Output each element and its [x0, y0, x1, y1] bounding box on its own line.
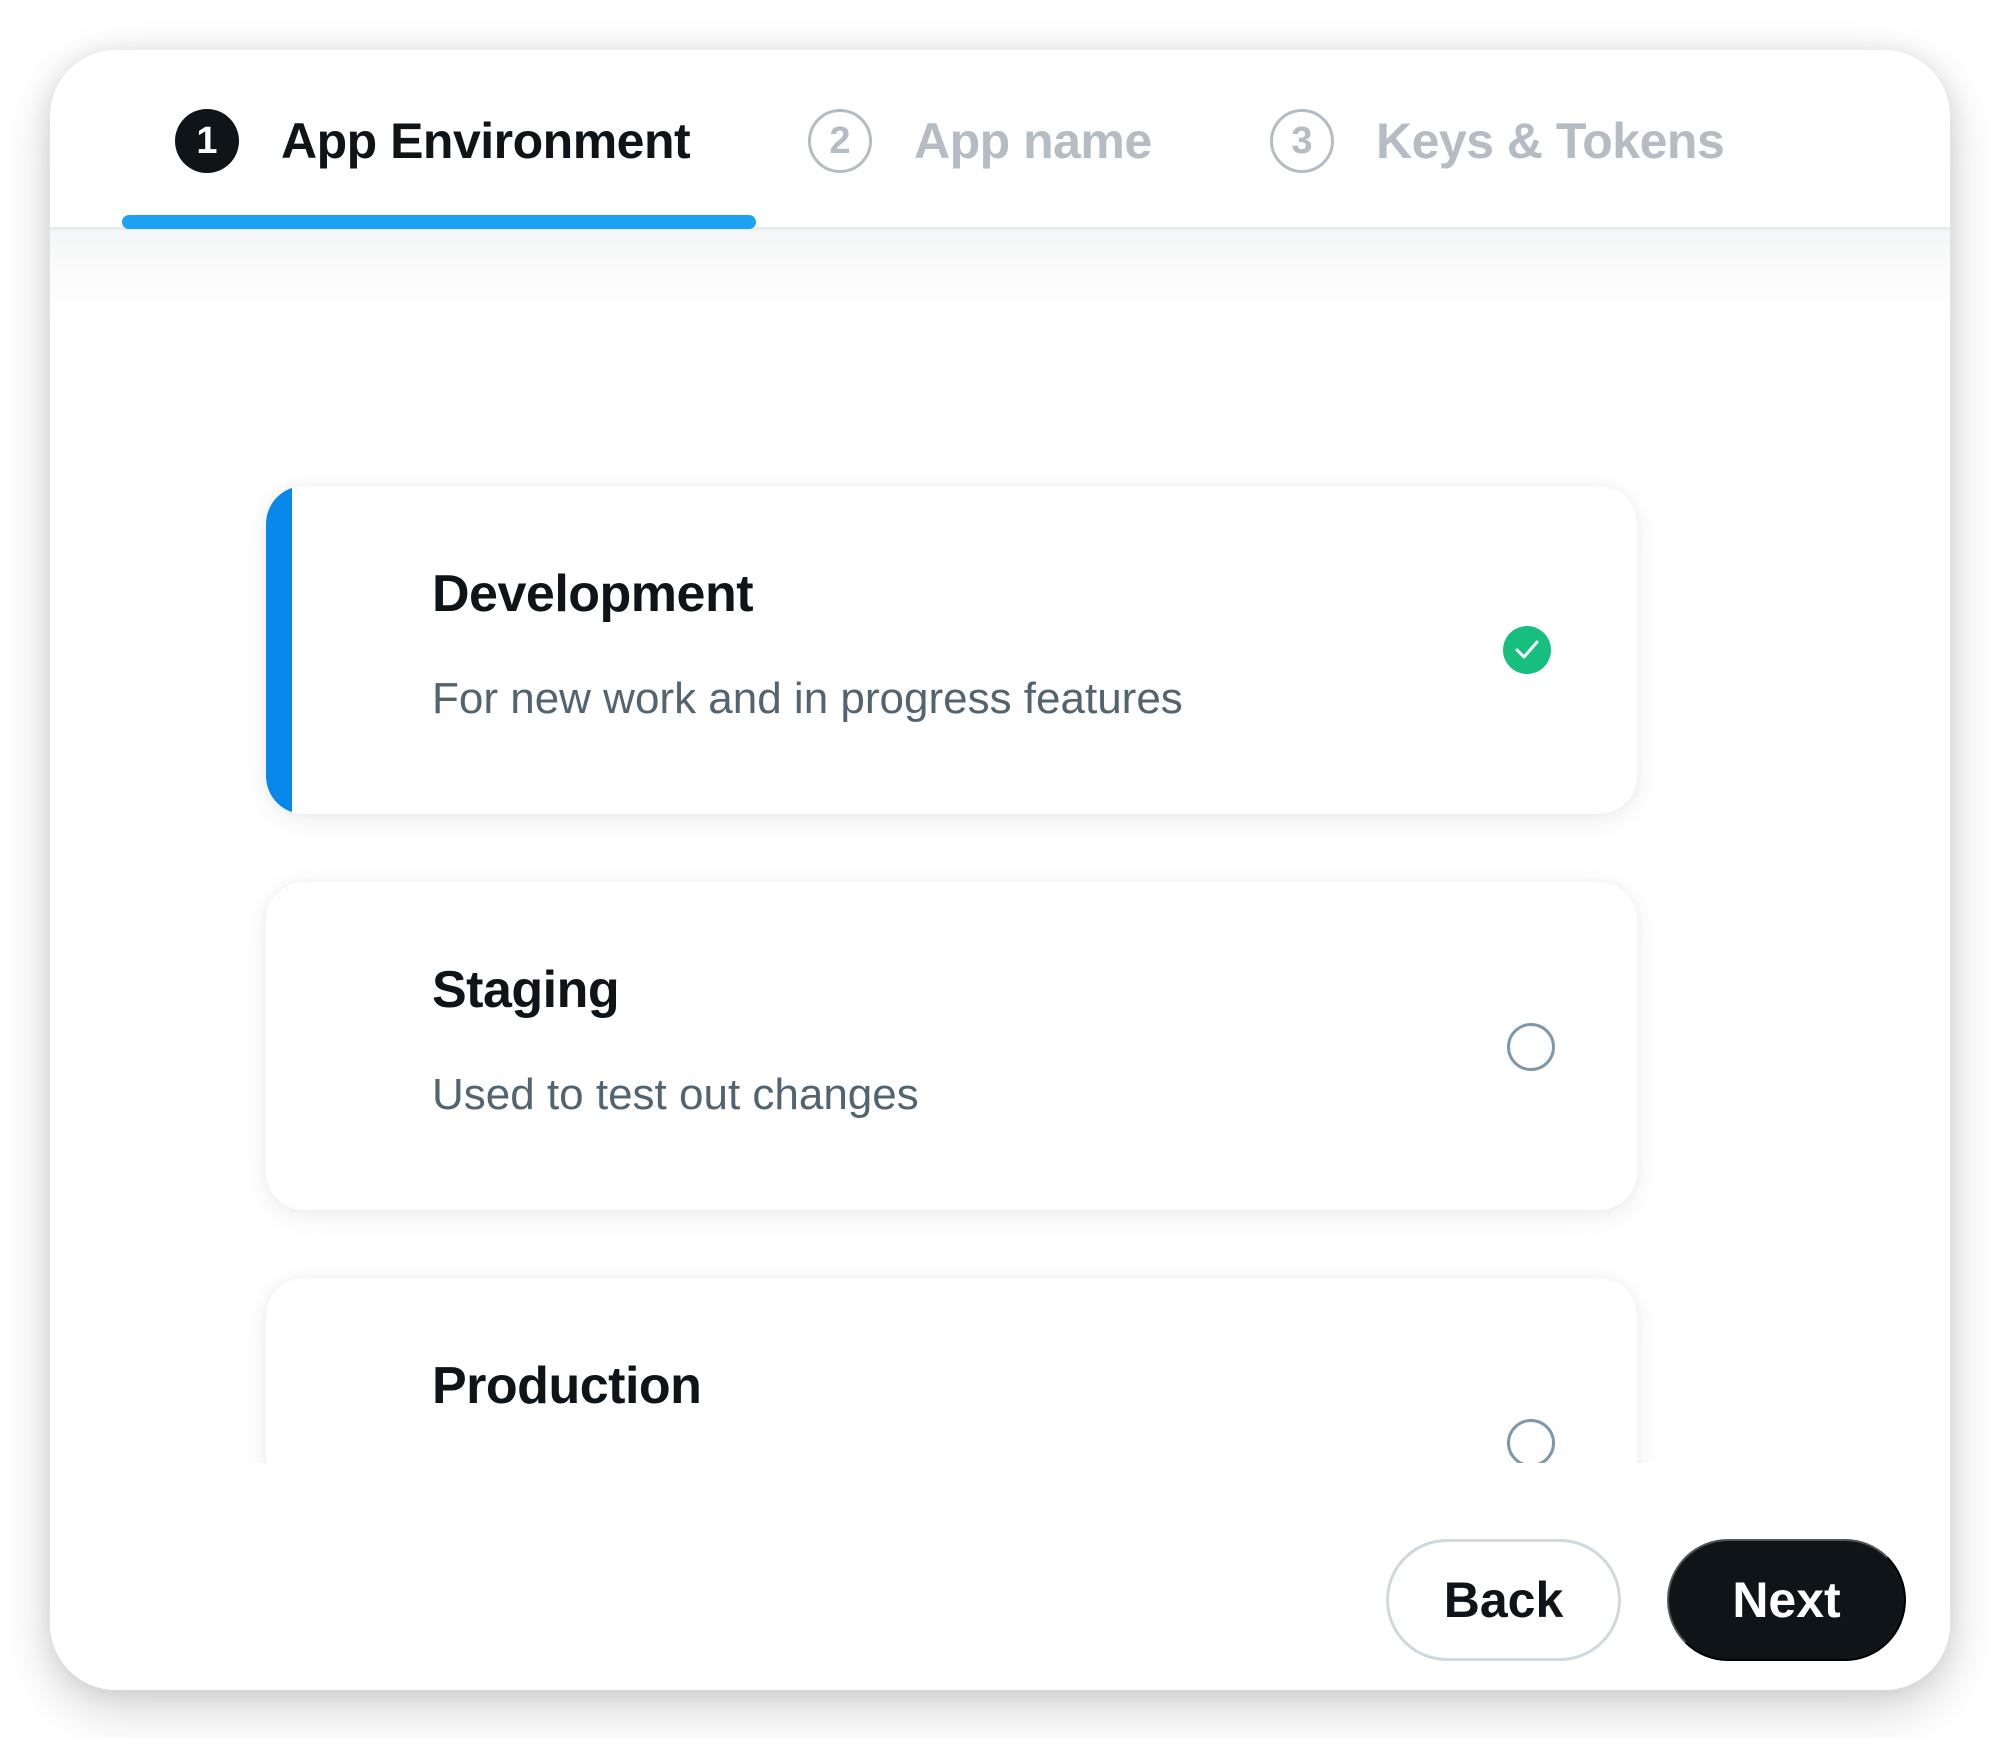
- option-title: Staging: [432, 961, 620, 1019]
- back-button[interactable]: Back: [1386, 1539, 1621, 1661]
- step-label: App Environment: [281, 113, 691, 169]
- option-staging[interactable]: Staging Used to test out changes: [266, 882, 1637, 1210]
- create-app-modal: 1 App Environment 2 App name 3 Keys & To…: [50, 50, 1950, 1690]
- step-label: Keys & Tokens: [1376, 113, 1725, 169]
- step-label: App name: [914, 113, 1152, 169]
- step-number-badge: 2: [808, 109, 872, 173]
- check-circle-icon[interactable]: [1503, 626, 1551, 674]
- option-title: Production: [432, 1357, 702, 1415]
- step-number-badge: 1: [175, 109, 239, 173]
- environment-options: Development For new work and in progress…: [50, 230, 1950, 1513]
- step-app-environment[interactable]: 1 App Environment: [175, 106, 691, 176]
- stepper: 1 App Environment 2 App name 3 Keys & To…: [50, 50, 1950, 230]
- option-title: Development: [432, 565, 754, 623]
- next-button[interactable]: Next: [1667, 1539, 1906, 1661]
- radio-empty-icon[interactable]: [1507, 1419, 1555, 1467]
- step-app-name[interactable]: 2 App name: [808, 106, 1152, 176]
- radio-empty-icon[interactable]: [1507, 1023, 1555, 1071]
- step-number-badge: 3: [1270, 109, 1334, 173]
- step-keys-tokens[interactable]: 3 Keys & Tokens: [1270, 106, 1725, 176]
- modal-footer: Back Next: [50, 1463, 1950, 1690]
- option-description: For new work and in progress features: [432, 674, 1183, 723]
- active-step-indicator: [122, 215, 756, 229]
- option-description: Used to test out changes: [432, 1070, 919, 1119]
- option-development[interactable]: Development For new work and in progress…: [266, 486, 1637, 814]
